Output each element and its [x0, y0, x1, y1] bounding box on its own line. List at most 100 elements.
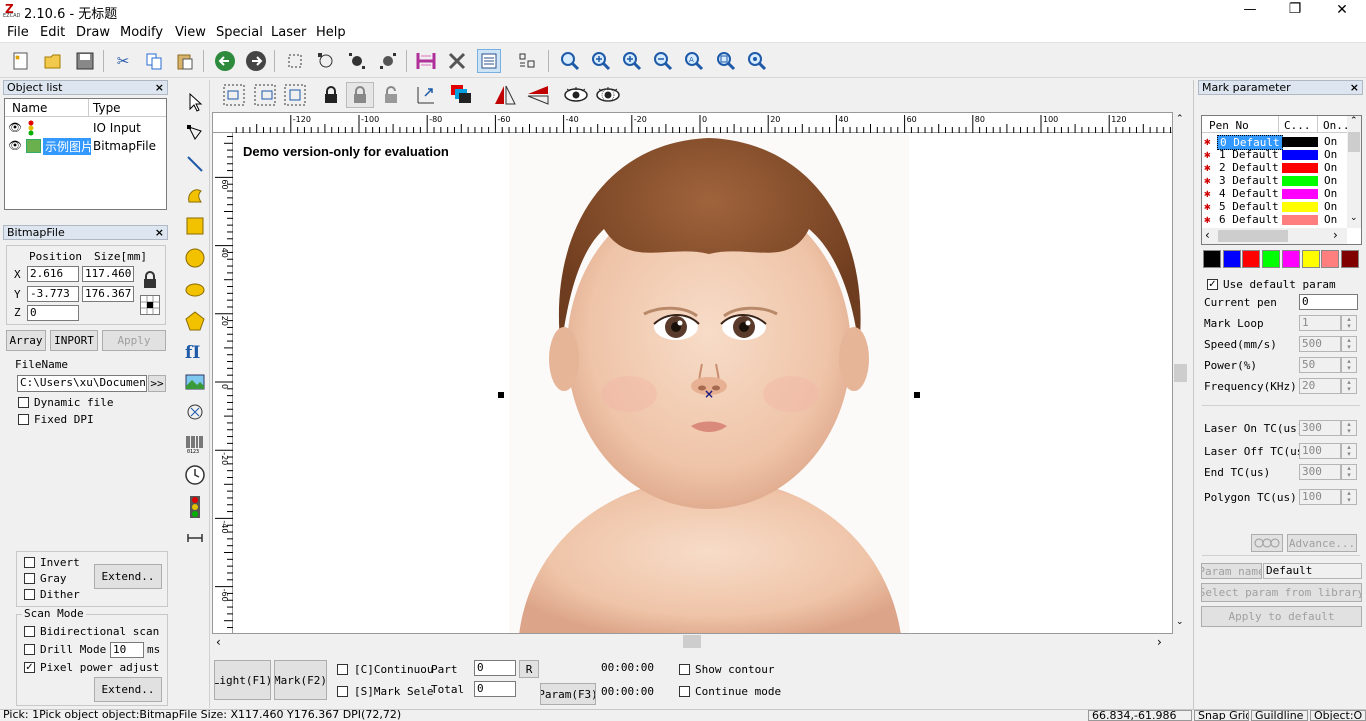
part-count-field[interactable]: 0 [474, 660, 516, 676]
bitmap-panel-close-button[interactable]: × [155, 226, 164, 239]
scrollbar-thumb[interactable] [683, 635, 701, 648]
preview-all-eye-icon[interactable] [594, 82, 622, 108]
rectangle-icon[interactable] [183, 214, 207, 238]
use-default-checkbox[interactable]: ✓ [1207, 279, 1218, 290]
canvas-area[interactable]: -120 -100 -80 -60 -40 -20 0 20 40 60 80 100 120 60 40… [212, 112, 1173, 634]
snap-grid-toggle[interactable]: Snap Grid [1194, 710, 1249, 721]
list-item[interactable]: 👁 IO Input [5, 120, 166, 137]
mirror-horizontal-icon[interactable] [491, 82, 519, 108]
invert-checkbox[interactable] [24, 557, 35, 568]
scroll-right-arrow-icon[interactable]: › [1333, 228, 1338, 242]
pen-row[interactable]: ✱ 1 Default On [1202, 148, 1347, 161]
pen-row[interactable]: ✱ 3 Default On [1202, 174, 1347, 187]
browse-button[interactable]: >> [148, 375, 166, 392]
vertical-scrollbar[interactable]: ⌃ ⌄ [1173, 112, 1188, 634]
layout-icon[interactable] [515, 49, 539, 73]
y-size-field[interactable]: 176.367 [82, 286, 134, 302]
scroll-down-arrow-icon[interactable]: ⌄ [1350, 213, 1358, 223]
align-center-icon[interactable] [251, 82, 279, 108]
list-item[interactable]: 👁 示例图片 BitmapFile [5, 138, 166, 155]
pen-color-swatch[interactable] [1301, 250, 1320, 268]
pen-color-swatch[interactable] [1262, 250, 1281, 268]
vector-file-icon[interactable] [183, 400, 207, 424]
clock-icon[interactable] [183, 463, 207, 487]
close-button[interactable]: ✕ [1332, 2, 1352, 18]
pixel-power-checkbox[interactable]: ✓ [24, 662, 35, 673]
ellipse-icon[interactable] [183, 278, 207, 302]
preview-eye-icon[interactable] [562, 82, 590, 108]
menu-view[interactable]: View [175, 25, 206, 40]
laser-on-field[interactable]: 300 [1299, 420, 1341, 436]
bitmap-tool-icon[interactable] [183, 370, 207, 394]
mark-parameter-close-button[interactable]: × [1350, 81, 1359, 94]
light-button[interactable]: Light(F1) [214, 660, 271, 700]
align-right-icon[interactable] [281, 82, 309, 108]
dither-checkbox[interactable] [24, 589, 35, 600]
fixed-dpi-checkbox[interactable] [18, 414, 29, 425]
select-node-icon[interactable] [314, 49, 338, 73]
mark-loop-spinner[interactable]: ▴ ▾ [1341, 315, 1357, 331]
pen-list-hscroll[interactable]: ‹ › [1202, 228, 1347, 244]
selection-handle-right[interactable] [914, 392, 920, 398]
laser-off-spinner[interactable]: ▴ ▾ [1341, 443, 1357, 459]
copy-icon[interactable] [142, 49, 166, 73]
open-folder-icon[interactable] [41, 49, 65, 73]
end-tc-spinner[interactable]: ▴ ▾ [1341, 464, 1357, 480]
zoom-selected-icon[interactable] [745, 49, 769, 73]
zoom-plus-icon[interactable] [620, 49, 644, 73]
continue-mode-checkbox[interactable] [679, 686, 690, 697]
back-arrow-icon[interactable] [213, 49, 237, 73]
curve-icon[interactable] [183, 183, 207, 207]
pen-color-swatch[interactable] [1222, 250, 1241, 268]
drill-mode-checkbox[interactable] [24, 644, 35, 655]
object-snap-toggle[interactable]: Object:O [1310, 710, 1366, 721]
pen-row[interactable]: ✱ 4 Default On [1202, 187, 1347, 200]
pen-list-vscroll[interactable]: ⌃ ⌄ [1347, 116, 1361, 228]
zoom-icon[interactable] [558, 49, 582, 73]
column-type[interactable]: Type [93, 101, 121, 115]
param-name-field[interactable]: Default [1263, 563, 1362, 579]
group-icon[interactable] [345, 49, 369, 73]
scroll-up-arrow-icon[interactable]: ⌃ [1350, 116, 1358, 126]
pen-color-swatch[interactable] [1203, 250, 1221, 268]
menu-file[interactable]: File [7, 25, 29, 40]
select-param-button[interactable]: Select param from library [1201, 583, 1362, 602]
menu-help[interactable]: Help [316, 25, 346, 40]
lock-tool-icon[interactable] [317, 82, 345, 108]
polygon-tc-field[interactable]: 100 [1299, 489, 1341, 505]
polygon-tc-spinner[interactable]: ▴ ▾ [1341, 489, 1357, 505]
line-icon[interactable] [183, 152, 207, 176]
pen-no-column[interactable]: Pen No [1209, 119, 1249, 132]
move-origin-icon[interactable] [412, 82, 440, 108]
column-name[interactable]: Name [12, 101, 47, 115]
menu-edit[interactable]: Edit [40, 25, 65, 40]
properties-icon[interactable] [477, 49, 501, 73]
object-list-close-button[interactable]: × [155, 81, 164, 94]
bitmap-preview[interactable] [509, 134, 909, 633]
power-field[interactable]: 50 [1299, 357, 1341, 373]
mark-selected-checkbox[interactable] [337, 686, 348, 697]
pen-row[interactable]: ✱ 5 Default On [1202, 200, 1347, 213]
scrollbar-thumb[interactable] [1348, 132, 1360, 152]
input-wait-icon[interactable] [183, 526, 207, 550]
minimize-button[interactable]: — [1240, 2, 1260, 17]
selection-handle-left[interactable] [498, 392, 504, 398]
color-column[interactable]: C... [1284, 119, 1311, 132]
mark-loop-field[interactable]: 1 [1299, 315, 1341, 331]
ungroup-icon[interactable] [376, 49, 400, 73]
save-icon[interactable] [73, 49, 97, 73]
horizontal-scrollbar[interactable]: ‹ › [212, 634, 1173, 650]
menu-draw[interactable]: Draw [76, 25, 110, 40]
laser-on-spinner[interactable]: ▴ ▾ [1341, 420, 1357, 436]
extend-button-2[interactable]: Extend.. [94, 677, 162, 702]
dynamic-file-checkbox[interactable] [18, 397, 29, 408]
speed-spinner[interactable]: ▴ ▾ [1341, 336, 1357, 352]
laser-off-field[interactable]: 100 [1299, 443, 1341, 459]
current-pen-field[interactable]: 0 [1299, 294, 1358, 310]
gray-checkbox[interactable] [24, 573, 35, 584]
reset-count-button[interactable]: R [519, 660, 539, 678]
paste-icon[interactable] [173, 49, 197, 73]
pen-color-swatch[interactable] [1321, 250, 1340, 268]
total-count-field[interactable]: 0 [474, 681, 516, 697]
zoom-out-icon[interactable] [651, 49, 675, 73]
